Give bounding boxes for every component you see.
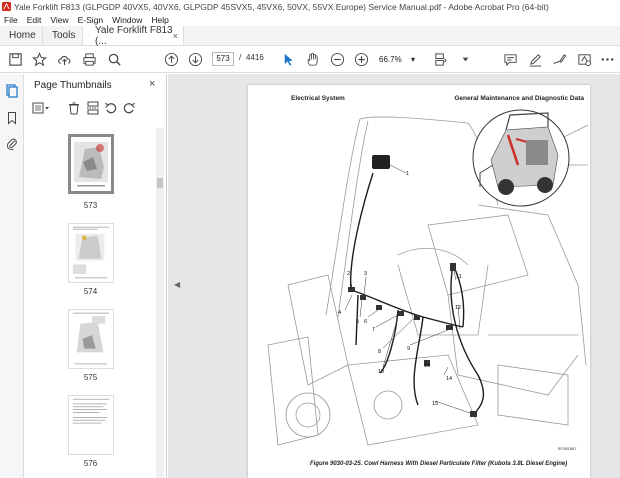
extract-pages-icon[interactable] [86,101,100,115]
more-tools-icon[interactable] [600,52,615,67]
page-thumbnails-icon[interactable] [5,84,19,98]
wire-harness [349,172,485,416]
highlight-pen-icon[interactable] [528,52,543,67]
callout-7: 7 [372,327,375,333]
page-number-input[interactable]: 573 [212,52,234,66]
thumbnail-scrollbar[interactable] [156,128,164,478]
pdf-page: Electrical System General Maintenance an… [248,85,590,478]
thumbnail-page[interactable] [68,223,114,283]
title-bar: Yale Forklift F813 (GLPGDP 40VX5, 40VX6,… [0,0,620,13]
star-icon[interactable] [32,52,47,67]
thumbnail-page[interactable] [68,395,114,455]
callout-12: 12 [455,305,461,311]
page-header-left: Electrical System [291,95,345,102]
redact-icon[interactable] [577,52,592,67]
callout-6: 6 [364,319,367,325]
callout-2: 2 [347,271,350,277]
tab-document[interactable]: Yale Forklift F813 (... × [82,24,184,47]
menu-bar: File Edit View E-Sign Window Help [0,13,620,26]
acrobat-icon [2,2,11,11]
thumbnail-label: 576 [83,459,98,468]
zoom-out-icon[interactable] [330,52,345,67]
window-title: Yale Forklift F813 (GLPGDP 40VX5, 40VX6,… [14,1,549,12]
callout-4: 4 [338,310,341,316]
callout-11: 11 [456,274,462,280]
search-icon[interactable] [107,52,122,67]
cowl-harness-diagram: 1 2 3 4 5 6 7 8 9 10 11 12 13 14 15 [267,109,589,446]
tab-home[interactable]: Home [0,26,42,45]
menu-help[interactable]: Help [151,15,168,25]
panel-title: Page Thumbnails [34,80,112,91]
harness-connectors [348,263,477,417]
print-icon[interactable] [82,52,97,67]
menu-edit[interactable]: Edit [27,15,42,25]
page-total: 4416 [246,53,264,62]
rotate-counterclockwise-icon[interactable] [104,101,118,115]
callout-8: 8 [378,349,381,355]
thumbnail-label: 575 [83,373,98,382]
menu-esign[interactable]: E-Sign [78,15,104,25]
callout-10: 10 [378,369,384,375]
thumbnail-image [69,310,113,368]
callout-3: 3 [364,271,367,277]
page-thumbnails-panel: Page Thumbnails × 573 574 575 576 [24,74,167,478]
thumbnail-image [69,224,113,282]
thumbnail-image [71,137,111,191]
tab-close-icon[interactable]: × [173,31,178,41]
panel-toolbar [32,101,157,117]
toolbar: 573 / 4416 66.7% ▾ [0,46,620,73]
thumbnail-label: 573 [83,201,98,210]
select-cursor-icon[interactable] [281,52,296,67]
next-page-icon[interactable] [188,52,203,67]
hand-tool-icon[interactable] [305,52,320,67]
callout-15: 15 [432,401,438,407]
callout-13: 13 [424,363,430,369]
close-icon[interactable]: × [149,78,155,90]
figure-caption: Figure 9030-03-25. Cowl Harness With Die… [310,461,568,467]
figure-code: BT981567 [558,446,577,451]
connector-block [372,155,390,169]
forklift-inset-image [472,109,570,207]
thumbnail-list: 573 574 575 576 [24,126,157,478]
callout-1: 1 [406,171,409,177]
tab-document-label: Yale Forklift F813 (... [95,24,173,47]
zoom-dropdown[interactable]: 66.7% ▾ [377,52,417,66]
page-display-icon[interactable] [433,52,448,67]
zoom-value: 66.7% [379,54,402,64]
bookmark-icon[interactable] [5,111,19,125]
chevron-down-icon[interactable] [458,52,473,67]
callout-5: 5 [356,319,359,325]
menu-window[interactable]: Window [112,15,142,25]
scrollbar-thumb[interactable] [157,178,163,188]
upload-cloud-icon[interactable] [57,52,72,67]
comment-icon[interactable] [503,52,518,67]
previous-page-icon[interactable] [164,52,179,67]
tab-bar: Home Tools Yale Forklift F813 (... × [0,24,620,47]
fill-sign-icon[interactable] [552,52,567,67]
delete-icon[interactable] [67,101,81,115]
chevron-down-icon: ▾ [410,54,415,64]
menu-file[interactable]: File [4,15,18,25]
options-menu-icon[interactable] [32,101,49,115]
thumbnail-page[interactable] [68,309,114,369]
callout-14: 14 [446,376,452,382]
rotate-clockwise-icon[interactable] [122,101,136,115]
callout-9: 9 [407,346,410,352]
collapse-panel-icon[interactable]: ◀ [174,280,180,289]
menu-view[interactable]: View [50,15,68,25]
tab-tools[interactable]: Tools [42,26,82,45]
attachment-icon[interactable] [5,137,19,151]
zoom-in-icon[interactable] [354,52,369,67]
thumbnail-image [69,396,113,454]
page-header-right: General Maintenance and Diagnostic Data [454,95,584,102]
thumbnail-label: 574 [83,287,98,296]
left-rail [0,74,24,478]
callout-numbers: 1 2 3 4 5 6 7 8 9 10 11 12 13 14 15 [338,171,462,407]
thumbnail-page[interactable] [68,134,114,194]
save-icon[interactable] [8,52,23,67]
page-separator: / [239,53,242,62]
